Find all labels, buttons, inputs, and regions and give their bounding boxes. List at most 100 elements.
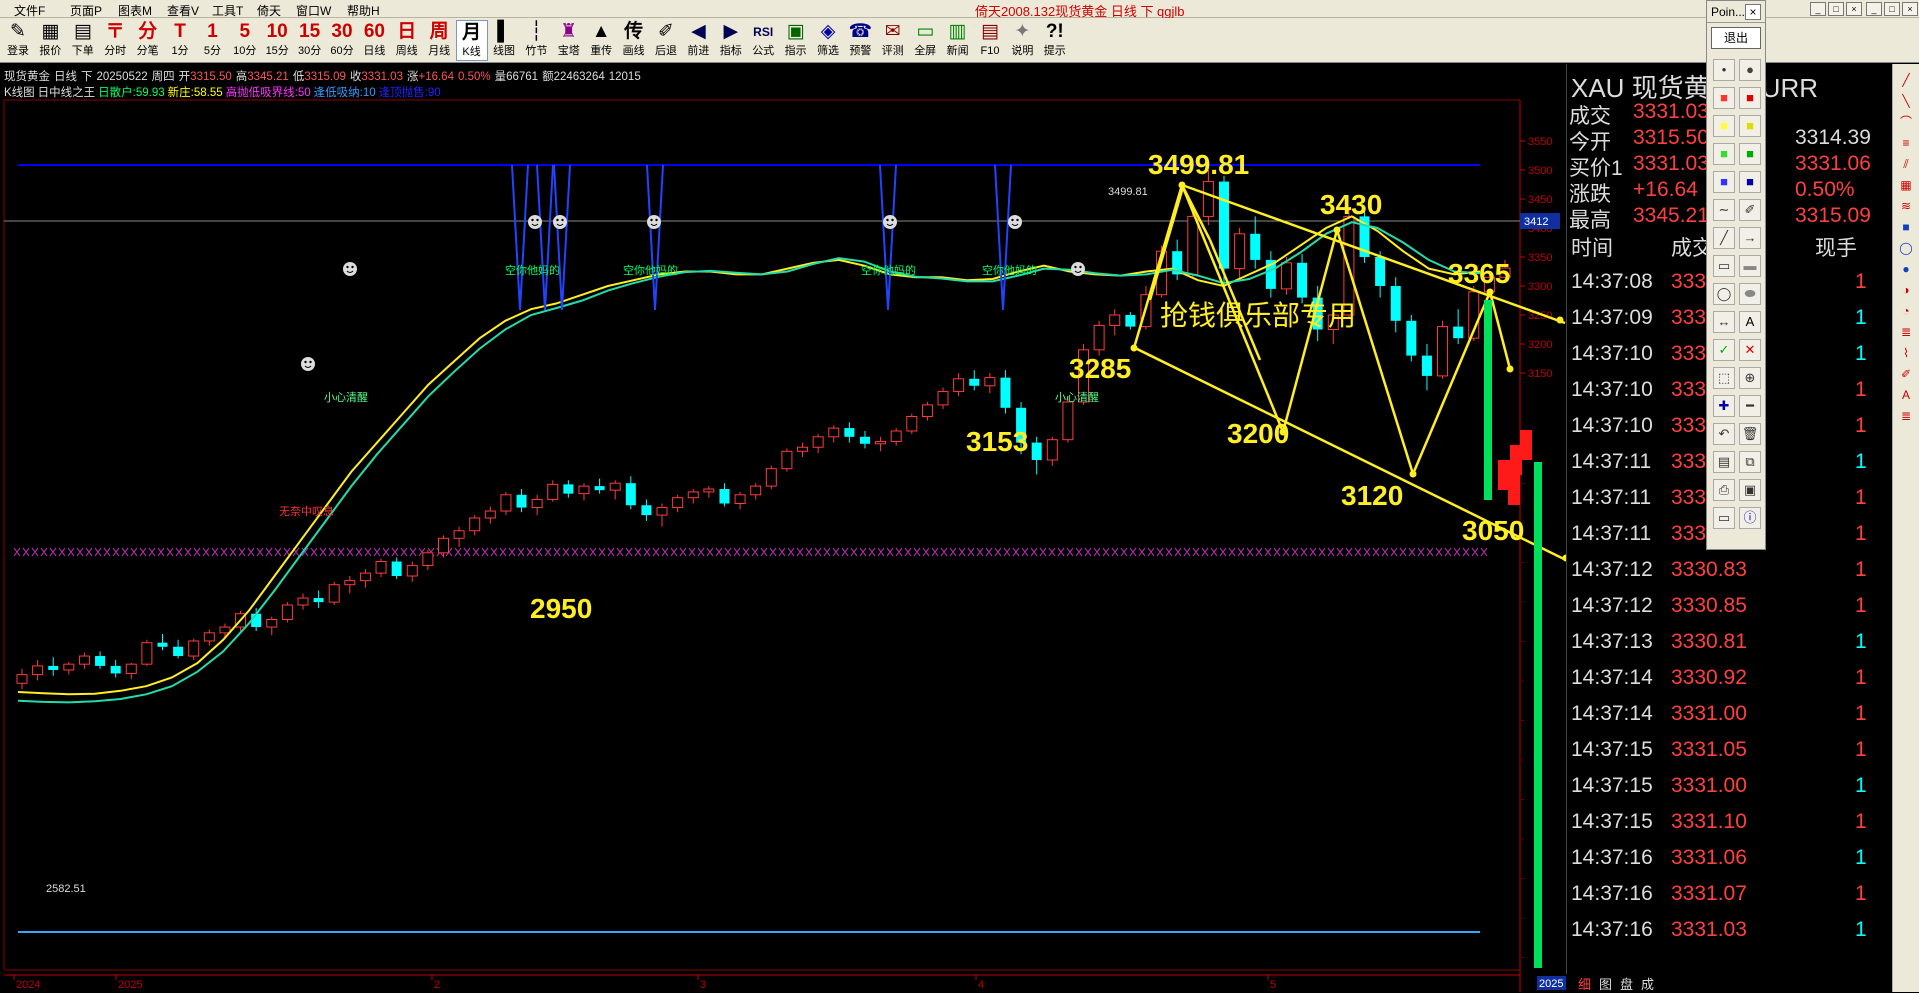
toolbar-button[interactable]: ✦ 说明 bbox=[1006, 20, 1038, 61]
palette-tool-icon[interactable]: ⧉ bbox=[1739, 451, 1761, 473]
toolbar-button[interactable]: ◀ 前进 bbox=[682, 20, 714, 61]
app-close-button[interactable]: × bbox=[1902, 2, 1918, 16]
toolbar-button[interactable]: 周月线 bbox=[423, 20, 455, 61]
app-maximize-button[interactable]: □ bbox=[1884, 2, 1900, 16]
toolbar-button[interactable]: ┆ 竹节 bbox=[520, 20, 552, 61]
menu-item[interactable]: 窗口W bbox=[296, 2, 331, 19]
toolbar-button[interactable]: ▤ F10 bbox=[974, 20, 1006, 61]
palette-exit-button[interactable]: 退出 bbox=[1711, 27, 1761, 49]
palette-tool-icon[interactable]: ⓘ bbox=[1739, 507, 1761, 529]
palette-tool-icon[interactable]: ● bbox=[1739, 59, 1761, 81]
strip-tool-icon[interactable]: ▦ bbox=[1898, 177, 1914, 193]
palette-tool-icon[interactable]: ■ bbox=[1739, 87, 1761, 109]
menu-item[interactable]: 文件F bbox=[14, 2, 45, 19]
strip-tool-icon[interactable]: ● bbox=[1898, 261, 1914, 277]
palette-tool-icon[interactable]: ⊕ bbox=[1739, 367, 1761, 389]
strip-tool-icon[interactable]: ⌒ bbox=[1898, 114, 1914, 130]
palette-tool-icon[interactable]: ■ bbox=[1713, 115, 1735, 137]
palette-tool-icon[interactable]: ▭ bbox=[1713, 507, 1735, 529]
strip-tool-icon[interactable]: ✐ bbox=[1898, 366, 1914, 382]
palette-tool-icon[interactable]: ■ bbox=[1739, 115, 1761, 137]
menu-item[interactable]: 页面P bbox=[70, 2, 102, 19]
toolbar-button[interactable]: 10 15分 bbox=[261, 20, 293, 61]
palette-close-button[interactable]: × bbox=[1745, 4, 1761, 20]
strip-tool-icon[interactable]: ╲ bbox=[1898, 93, 1914, 109]
palette-tool-icon[interactable]: ▣ bbox=[1739, 479, 1761, 501]
toolbar-button[interactable]: ▤ 下单 bbox=[67, 20, 99, 61]
menu-item[interactable]: 工具T bbox=[212, 2, 243, 19]
menu-item[interactable]: 图表M bbox=[118, 2, 152, 19]
palette-tool-icon[interactable]: ∼ bbox=[1713, 199, 1735, 221]
strip-tool-icon[interactable]: ⌇ bbox=[1898, 345, 1914, 361]
palette-tool-icon[interactable]: ⎙ bbox=[1713, 479, 1735, 501]
palette-tool-icon[interactable]: ━ bbox=[1739, 395, 1761, 417]
toolbar-button[interactable]: 1 5分 bbox=[196, 20, 228, 61]
panel-tab[interactable]: 盘 bbox=[1620, 977, 1633, 992]
toolbar-button[interactable]: ♜ 宝塔 bbox=[553, 20, 585, 61]
toolbar-button[interactable]: ▣ 指示 bbox=[780, 20, 812, 61]
strip-tool-icon[interactable]: ≣ bbox=[1898, 408, 1914, 424]
palette-tool-icon[interactable]: ▭ bbox=[1713, 255, 1735, 277]
palette-tool-icon[interactable]: ✕ bbox=[1739, 339, 1761, 361]
palette-tool-icon[interactable]: ╱ bbox=[1713, 227, 1735, 249]
kline-chart[interactable]: 3550350034503400335033003250320031503412… bbox=[0, 64, 1566, 992]
toolbar-button[interactable]: 15 30分 bbox=[294, 20, 326, 61]
toolbar-button[interactable]: 5 10分 bbox=[229, 20, 261, 61]
palette-tool-icon[interactable]: ⬚ bbox=[1713, 367, 1735, 389]
palette-tool-icon[interactable]: ▬ bbox=[1739, 255, 1761, 277]
palette-tool-icon[interactable]: A bbox=[1739, 311, 1761, 333]
toolbar-button[interactable]: ▌ 线图 bbox=[488, 20, 520, 61]
strip-tool-icon[interactable]: A bbox=[1898, 387, 1914, 403]
palette-tool-icon[interactable]: • bbox=[1713, 59, 1735, 81]
toolbar-button[interactable]: ✎ 登录 bbox=[2, 20, 34, 61]
panel-tab[interactable]: 图 bbox=[1599, 977, 1612, 992]
toolbar-button[interactable]: ▭ 全屏 bbox=[909, 20, 941, 61]
toolbar-button[interactable]: ☎ 预警 bbox=[844, 20, 876, 61]
toolbar-button[interactable]: ?! 提示 bbox=[1039, 20, 1071, 61]
panel-tab[interactable]: 成 bbox=[1641, 977, 1654, 992]
palette-tool-icon[interactable]: ↔ bbox=[1713, 311, 1735, 333]
strip-tool-icon[interactable]: ≣ bbox=[1898, 324, 1914, 340]
window-maximize-button[interactable]: □ bbox=[1828, 2, 1844, 16]
panel-tab[interactable]: 细 bbox=[1578, 977, 1591, 992]
toolbar-button[interactable]: ✉ 评测 bbox=[877, 20, 909, 61]
toolbar-button[interactable]: 30 60分 bbox=[326, 20, 358, 61]
strip-tool-icon[interactable]: ╱ bbox=[1898, 72, 1914, 88]
toolbar-button[interactable]: ▥ 新闻 bbox=[942, 20, 974, 61]
palette-tool-icon[interactable]: ■ bbox=[1713, 87, 1735, 109]
toolbar-button[interactable]: RSI 公式 bbox=[747, 20, 779, 61]
toolbar-button[interactable]: ✐ 后退 bbox=[650, 20, 682, 61]
palette-tool-icon[interactable]: ✐ bbox=[1739, 199, 1761, 221]
toolbar-button[interactable]: 分分笔 bbox=[132, 20, 164, 61]
strip-tool-icon[interactable]: ◯ bbox=[1898, 240, 1914, 256]
palette-tool-icon[interactable]: → bbox=[1739, 227, 1761, 249]
toolbar-button[interactable]: 60 日线 bbox=[358, 20, 390, 61]
toolbar-button[interactable]: ▲ 重传 bbox=[585, 20, 617, 61]
palette-tool-icon[interactable]: ✚ bbox=[1713, 395, 1735, 417]
toolbar-button[interactable]: 〒分时 bbox=[99, 20, 131, 61]
toolbar-button[interactable]: ▶ 指标 bbox=[715, 20, 747, 61]
toolbar-button[interactable]: T 1分 bbox=[164, 20, 196, 61]
palette-tool-icon[interactable]: ↶ bbox=[1713, 423, 1735, 445]
palette-tool-icon[interactable]: ✓ bbox=[1713, 339, 1735, 361]
window-minimize-button[interactable]: _ bbox=[1810, 2, 1826, 16]
strip-tool-icon[interactable]: ◔ bbox=[1898, 303, 1914, 319]
app-minimize-button[interactable]: _ bbox=[1866, 2, 1882, 16]
palette-tool-icon[interactable]: ▤ bbox=[1713, 451, 1735, 473]
strip-tool-icon[interactable]: ⫽ bbox=[1898, 156, 1914, 172]
palette-tool-icon[interactable]: ⬬ bbox=[1739, 283, 1761, 305]
menu-item[interactable]: 查看V bbox=[167, 2, 199, 19]
palette-tool-icon[interactable]: ■ bbox=[1713, 171, 1735, 193]
menu-item[interactable]: 帮助H bbox=[347, 2, 380, 19]
toolbar-button[interactable]: 月 K线 bbox=[455, 20, 488, 61]
toolbar-button[interactable]: ◈ 筛选 bbox=[812, 20, 844, 61]
window-close-button[interactable]: × bbox=[1846, 2, 1862, 16]
palette-tool-icon[interactable]: ■ bbox=[1739, 143, 1761, 165]
palette-tool-icon[interactable]: ■ bbox=[1739, 171, 1761, 193]
menu-item[interactable]: 倚天 bbox=[257, 2, 281, 19]
palette-tool-icon[interactable]: ■ bbox=[1713, 143, 1735, 165]
toolbar-button[interactable]: ▦ 报价 bbox=[34, 20, 66, 61]
toolbar-button[interactable]: 日周线 bbox=[391, 20, 423, 61]
palette-tool-icon[interactable]: 🗑 bbox=[1739, 423, 1761, 445]
toolbar-button[interactable]: 传画线 bbox=[618, 20, 650, 61]
